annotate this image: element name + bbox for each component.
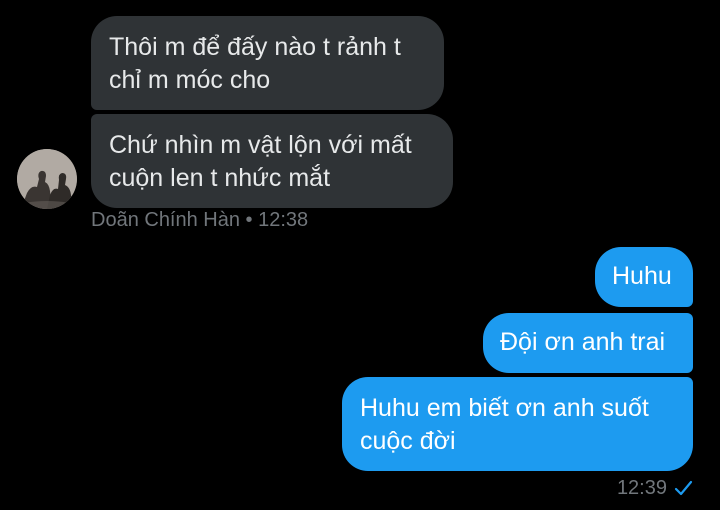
message-time: 12:39 <box>616 477 667 499</box>
incoming-message-bubble[interactable]: Chứ nhìn m vật lộn với mất cuộn len t nh… <box>91 114 453 208</box>
message-text: Huhu em biết ơn anh suốt cuộc đời <box>360 394 649 455</box>
avatar-photo <box>17 149 77 209</box>
message-text: Huhu <box>612 262 672 290</box>
incoming-message-meta: Doãn Chính Hàn • 12:38 <box>91 208 308 232</box>
incoming-message-bubble[interactable]: Thôi m để đấy nào t rảnh t chỉ m móc cho <box>91 16 444 110</box>
outgoing-message-meta: 12:39 <box>617 476 693 500</box>
avatar[interactable] <box>17 149 77 209</box>
outgoing-message-bubble[interactable]: Huhu <box>595 247 693 307</box>
message-text: Đội ơn anh trai <box>500 328 666 356</box>
sender-name[interactable]: Doãn Chính Hàn <box>91 209 240 231</box>
message-time: 12:38 <box>258 209 309 231</box>
outgoing-message-bubble[interactable]: Đội ơn anh trai <box>483 313 693 373</box>
message-text: Chứ nhìn m vật lộn với mất cuộn len t nh… <box>109 131 412 192</box>
message-text: Thôi m để đấy nào t rảnh t chỉ m móc cho <box>109 33 401 94</box>
check-icon <box>673 478 693 498</box>
outgoing-message-bubble[interactable]: Huhu em biết ơn anh suốt cuộc đời <box>342 377 693 471</box>
meta-separator: • <box>245 209 253 231</box>
